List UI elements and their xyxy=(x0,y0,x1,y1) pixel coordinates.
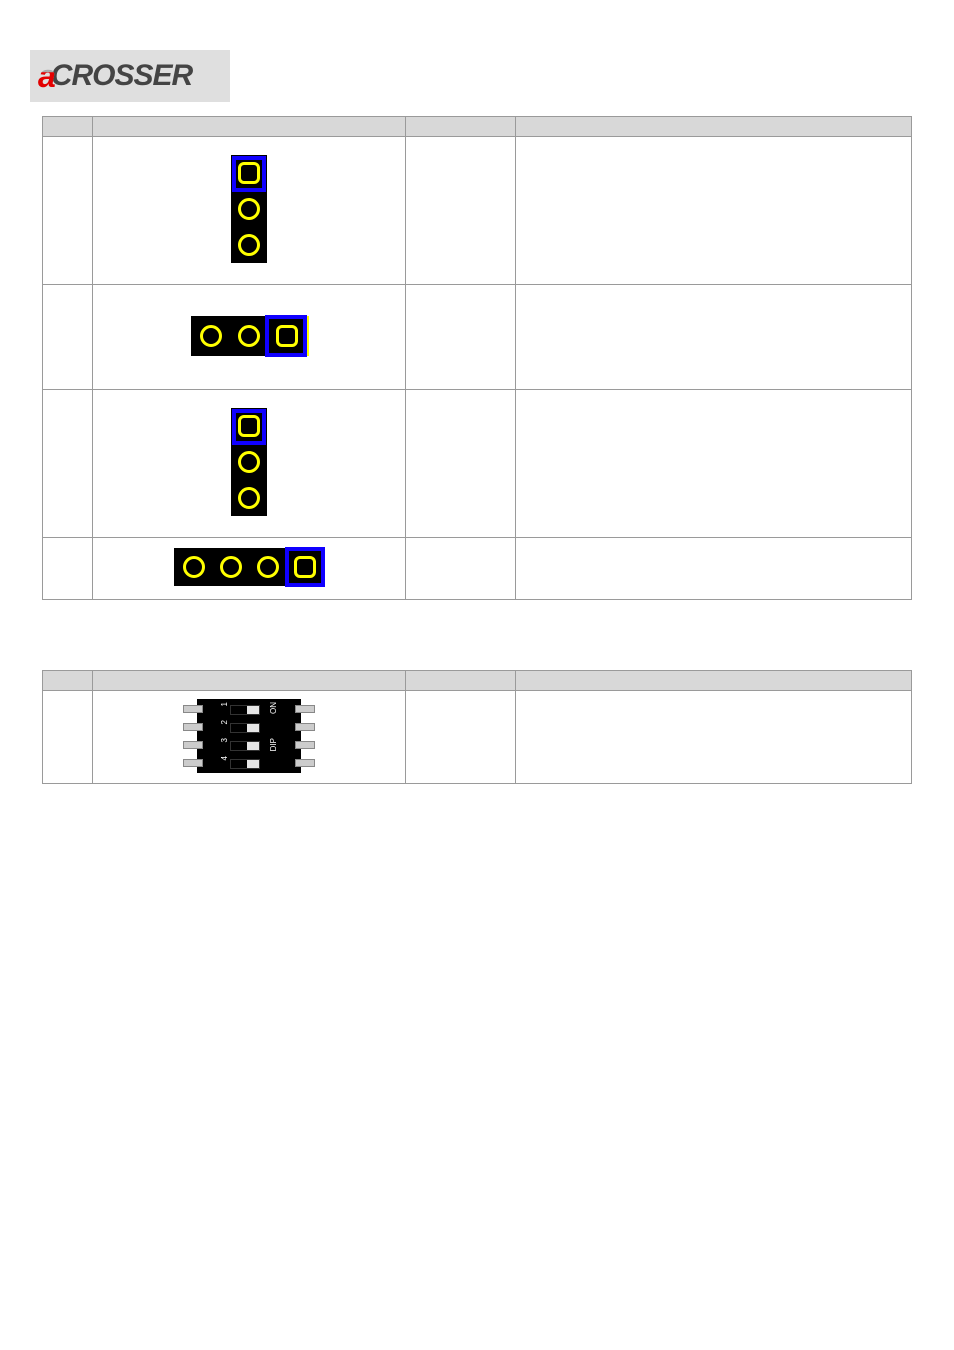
table-row xyxy=(43,390,912,538)
table-row xyxy=(43,538,912,600)
header-cell xyxy=(516,671,912,691)
jumper-diagram-cell xyxy=(93,390,406,538)
row-setting xyxy=(406,390,516,538)
table-header-row xyxy=(43,117,912,137)
header-cell xyxy=(43,117,93,137)
header-cell xyxy=(406,671,516,691)
logo-text-crosser: CROSSER xyxy=(51,59,192,93)
jumper-diagram-cell xyxy=(93,137,406,285)
dip-switch-icon: 1ON 2 3DIP 4 xyxy=(197,699,301,773)
vertical-3pin-jumper-icon xyxy=(231,155,267,263)
header-cell xyxy=(93,671,406,691)
logo-letter-a: a xyxy=(38,58,55,95)
switch-table: 1ON 2 3DIP 4 xyxy=(42,670,912,784)
header-cell xyxy=(43,671,93,691)
table-header-row xyxy=(43,671,912,691)
row-desc xyxy=(516,691,912,784)
jumper-table xyxy=(42,116,912,600)
table-row: 1ON 2 3DIP 4 xyxy=(43,691,912,784)
horizontal-4pin-jumper-icon xyxy=(174,548,324,586)
row-label xyxy=(43,691,93,784)
switch-diagram-cell: 1ON 2 3DIP 4 xyxy=(93,691,406,784)
header-cell xyxy=(93,117,406,137)
row-setting xyxy=(406,538,516,600)
row-label xyxy=(43,285,93,390)
row-setting xyxy=(406,285,516,390)
header-cell xyxy=(516,117,912,137)
logo: a CROSSER xyxy=(30,50,230,102)
table-row xyxy=(43,285,912,390)
table-row xyxy=(43,137,912,285)
row-setting xyxy=(406,691,516,784)
jumper-diagram-cell xyxy=(93,538,406,600)
horizontal-3pin-jumper-icon xyxy=(191,316,307,356)
row-label xyxy=(43,390,93,538)
row-desc xyxy=(516,137,912,285)
row-desc xyxy=(516,390,912,538)
row-setting xyxy=(406,137,516,285)
header-cell xyxy=(406,117,516,137)
jumper-diagram-cell xyxy=(93,285,406,390)
row-label xyxy=(43,137,93,285)
row-label xyxy=(43,538,93,600)
vertical-3pin-jumper-icon xyxy=(231,408,267,516)
row-desc xyxy=(516,285,912,390)
row-desc xyxy=(516,538,912,600)
